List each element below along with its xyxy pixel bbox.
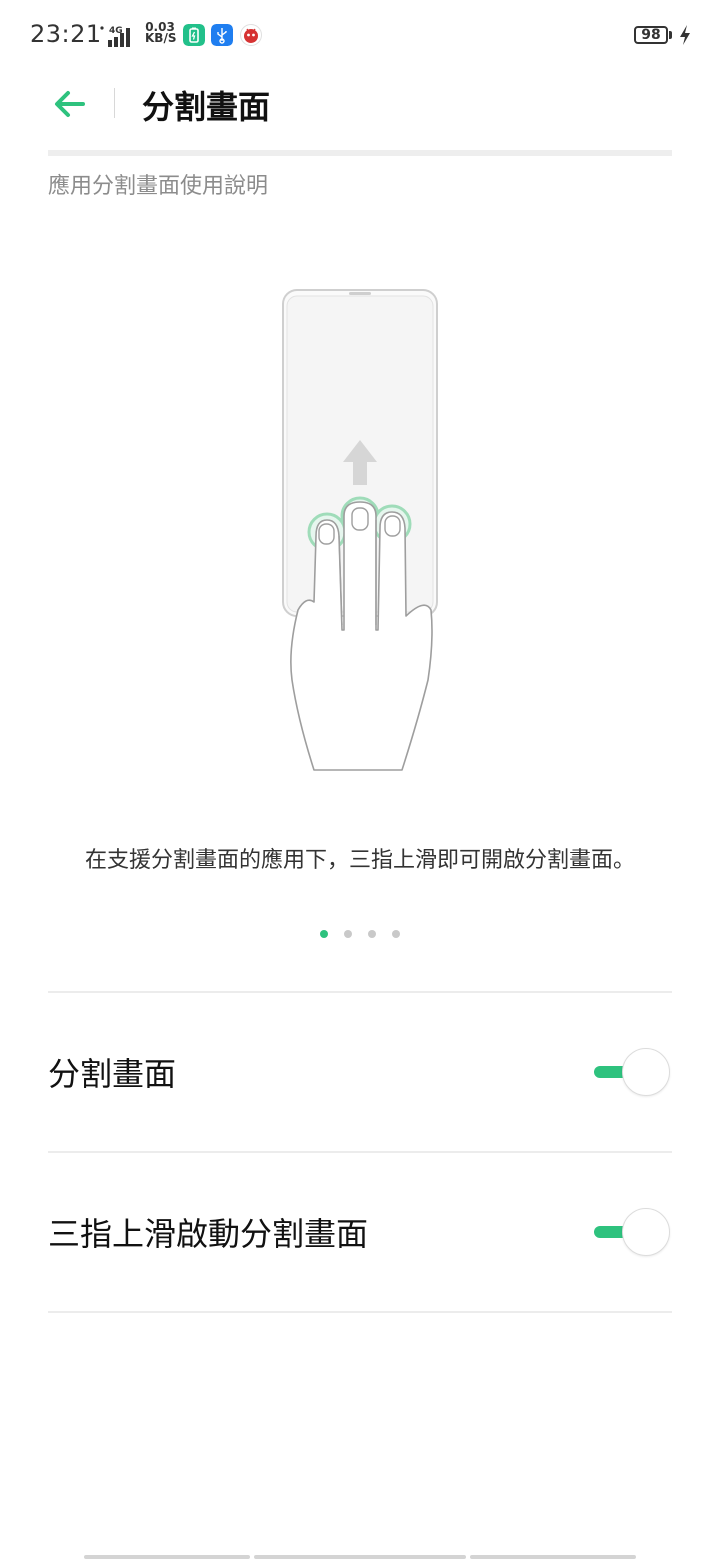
setting-label-split-screen: 分割畫面 bbox=[48, 1055, 177, 1093]
page-title: 分割畫面 bbox=[142, 88, 271, 126]
arrow-left-icon bbox=[55, 91, 85, 117]
page-indicator[interactable] bbox=[0, 930, 720, 938]
setting-label-three-finger-swipe: 三指上滑啟動分割畫面 bbox=[48, 1215, 369, 1253]
setting-row-three-finger-swipe[interactable]: 三指上滑啟動分割畫面 bbox=[48, 1153, 672, 1311]
header-divider bbox=[114, 88, 115, 118]
divider bbox=[48, 1311, 672, 1313]
section-divider bbox=[48, 150, 672, 156]
section-caption: 應用分割畫面使用說明 bbox=[48, 174, 269, 199]
page-dot-1[interactable] bbox=[320, 930, 328, 938]
nav-hint-right[interactable] bbox=[470, 1555, 636, 1559]
back-button[interactable] bbox=[46, 80, 94, 128]
status-time: 23:21 bbox=[30, 20, 102, 48]
split-screen-toggle[interactable] bbox=[592, 1047, 672, 1097]
page-dot-3[interactable] bbox=[368, 930, 376, 938]
three-finger-swipe-up-illustration bbox=[282, 289, 438, 771]
network-speed: 0.03 KB/S bbox=[145, 21, 177, 45]
toggle-knob bbox=[622, 1208, 670, 1256]
signal-4g-icon: 4G bbox=[100, 26, 130, 47]
guide-description: 在支援分割畫面的應用下，三指上滑即可開啟分割畫面。 bbox=[84, 848, 635, 873]
status-bar: 23:21 4G 0.03 KB/S 98 bbox=[0, 0, 720, 72]
battery-saver-app-icon bbox=[183, 24, 205, 46]
three-finger-swipe-toggle[interactable] bbox=[592, 1207, 672, 1257]
nav-hint-center[interactable] bbox=[254, 1555, 466, 1559]
split-screen-settings-page: 23:21 4G 0.03 KB/S 98 分割畫面 應用分割畫面使用說明 在支… bbox=[0, 0, 720, 1560]
battery-level: 98 bbox=[641, 27, 661, 43]
network-speed-unit: KB/S bbox=[145, 31, 177, 45]
battery-tip bbox=[669, 31, 672, 39]
setting-row-split-screen[interactable]: 分割畫面 bbox=[48, 993, 672, 1151]
charging-bolt-icon bbox=[680, 25, 690, 45]
nav-hint-left[interactable] bbox=[84, 1555, 250, 1559]
page-dot-4[interactable] bbox=[392, 930, 400, 938]
toggle-knob bbox=[622, 1048, 670, 1096]
battery-indicator: 98 bbox=[634, 26, 668, 44]
usb-icon bbox=[211, 24, 233, 46]
antutu-app-icon bbox=[240, 24, 262, 46]
page-dot-2[interactable] bbox=[344, 930, 352, 938]
